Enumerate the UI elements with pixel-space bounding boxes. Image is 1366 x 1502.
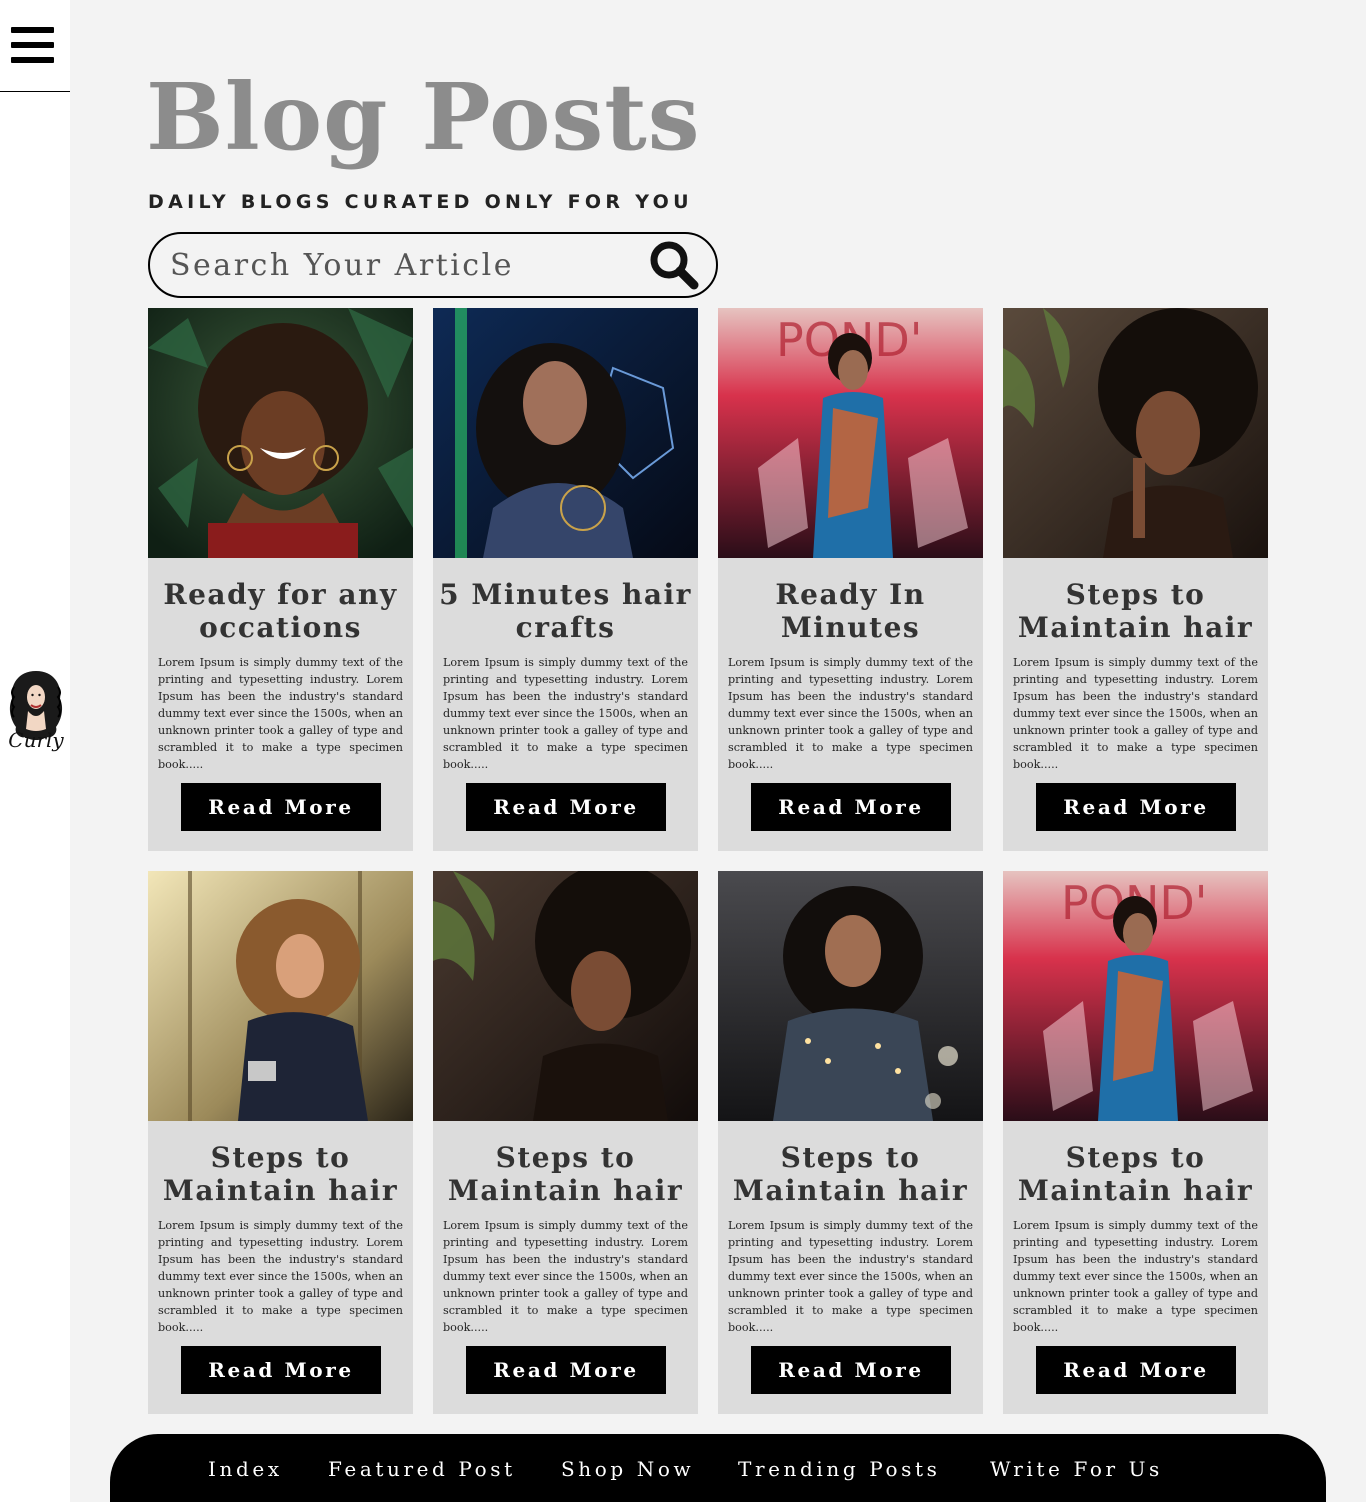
post-title: Steps to Maintain hair	[1017, 1141, 1254, 1207]
search-bar	[148, 232, 718, 298]
post-card: 5 Minutes hair crafts Lorem Ipsum is sim…	[433, 308, 698, 851]
hamburger-icon-bar	[11, 42, 54, 48]
nav-link-shop-now[interactable]: Shop Now	[561, 1457, 694, 1481]
footer-nav: Index Featured Post Shop Now Trending Po…	[110, 1434, 1326, 1502]
post-excerpt: Lorem Ipsum is simply dummy text of the …	[443, 1219, 688, 1334]
post-image: POND'	[1003, 871, 1268, 1121]
search-icon[interactable]	[646, 237, 704, 295]
read-more-button[interactable]: Read More	[466, 783, 666, 831]
post-title: Steps to Maintain hair	[1017, 578, 1254, 644]
hamburger-menu-button[interactable]	[0, 0, 70, 92]
hamburger-icon-bar	[11, 57, 54, 63]
post-card: Steps to Maintain hair Lorem Ipsum is si…	[1003, 308, 1268, 851]
post-image	[433, 308, 698, 558]
post-image	[718, 871, 983, 1121]
post-title: Steps to Maintain hair	[732, 1141, 969, 1207]
post-image	[1003, 308, 1268, 558]
search-input[interactable]	[170, 242, 630, 288]
post-excerpt: Lorem Ipsum is simply dummy text of the …	[1013, 1219, 1258, 1334]
post-title: Steps to Maintain hair	[447, 1141, 684, 1207]
post-title: 5 Minutes hair crafts	[439, 578, 692, 644]
logo-text: Curly	[8, 728, 64, 752]
read-more-button[interactable]: Read More	[1036, 783, 1236, 831]
post-card: Steps to Maintain hair Lorem Ipsum is si…	[433, 871, 698, 1414]
sidebar: Curly	[0, 0, 70, 1502]
post-image	[433, 871, 698, 1121]
post-excerpt: Lorem Ipsum is simply dummy text of the …	[728, 1219, 973, 1334]
post-excerpt: Lorem Ipsum is simply dummy text of the …	[443, 656, 688, 771]
page-subtitle: DAILY BLOGS CURATED ONLY FOR YOU	[148, 191, 693, 213]
nav-link-trending-posts[interactable]: Trending Posts	[738, 1457, 941, 1481]
post-card: Ready for any occations Lorem Ipsum is s…	[148, 308, 413, 851]
post-excerpt: Lorem Ipsum is simply dummy text of the …	[158, 656, 403, 771]
post-excerpt: Lorem Ipsum is simply dummy text of the …	[1013, 656, 1258, 771]
post-card: Steps to Maintain hair Lorem Ipsum is si…	[148, 871, 413, 1414]
read-more-button[interactable]: Read More	[1036, 1346, 1236, 1394]
read-more-button[interactable]: Read More	[751, 783, 951, 831]
read-more-button[interactable]: Read More	[181, 783, 381, 831]
post-title: Steps to Maintain hair	[162, 1141, 399, 1207]
read-more-button[interactable]: Read More	[751, 1346, 951, 1394]
read-more-button[interactable]: Read More	[181, 1346, 381, 1394]
post-excerpt: Lorem Ipsum is simply dummy text of the …	[728, 656, 973, 771]
post-card: POND' Steps to Maintain hair Lorem Ipsum…	[1003, 871, 1268, 1414]
post-title: Ready for any occations	[163, 578, 398, 644]
post-title: Ready In Minutes	[775, 578, 926, 644]
read-more-button[interactable]: Read More	[466, 1346, 666, 1394]
post-card: POND' Ready In Minutes Lorem Ipsum is si…	[718, 308, 983, 851]
nav-link-write-for-us[interactable]: Write For Us	[990, 1457, 1163, 1481]
post-image	[148, 871, 413, 1121]
post-card: Steps to Maintain hair Lorem Ipsum is si…	[718, 871, 983, 1414]
page-title: Blog Posts	[146, 63, 701, 171]
post-image: POND'	[718, 308, 983, 558]
hamburger-icon	[11, 27, 54, 33]
nav-link-featured-post[interactable]: Featured Post	[328, 1457, 516, 1481]
post-excerpt: Lorem Ipsum is simply dummy text of the …	[158, 1219, 403, 1334]
nav-link-index[interactable]: Index	[208, 1457, 283, 1481]
post-image	[148, 308, 413, 558]
